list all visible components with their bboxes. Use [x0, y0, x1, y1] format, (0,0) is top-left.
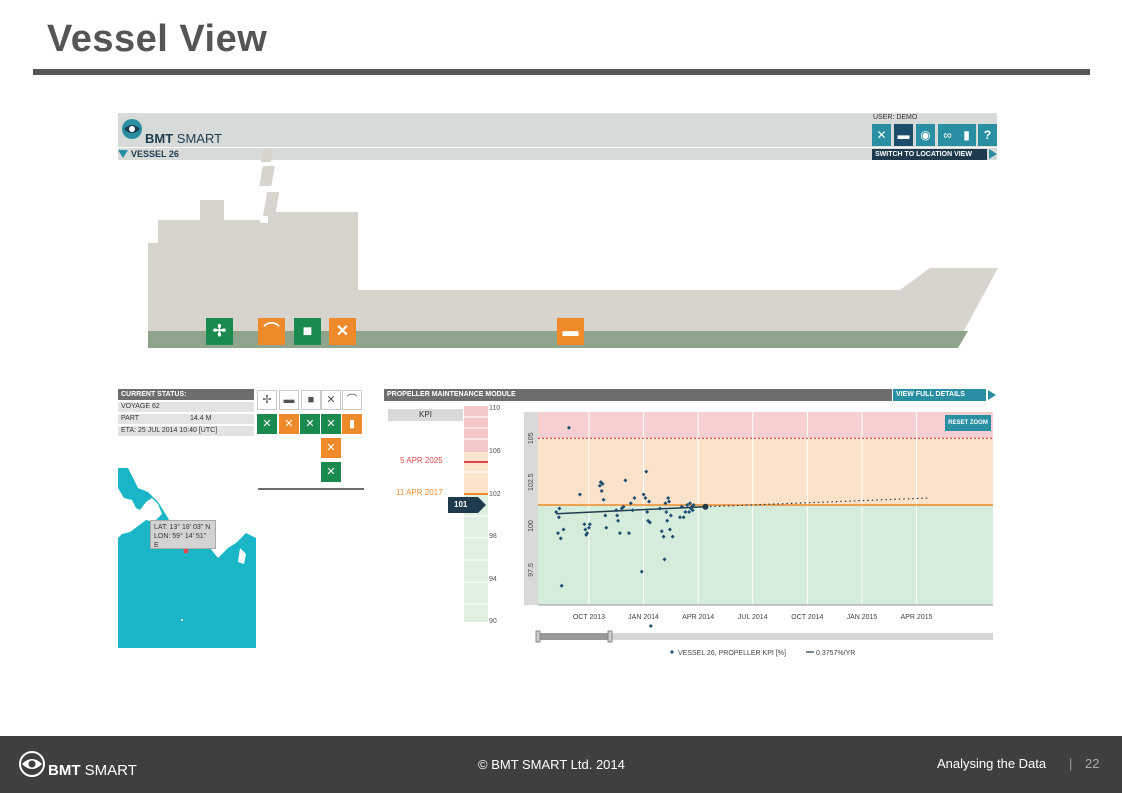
- task-icon[interactable]: ✕: [279, 414, 299, 434]
- task-icon[interactable]: ✕: [321, 462, 341, 482]
- curve-status-icon[interactable]: ⌒: [342, 390, 362, 410]
- view-full-details-button[interactable]: VIEW FULL DETAILS: [893, 389, 986, 401]
- engine-icon[interactable]: ■: [294, 318, 321, 345]
- slide-title: Vessel View: [47, 18, 268, 60]
- footer-logo-text: BMT SMART: [48, 762, 137, 779]
- oil-drum-icon[interactable]: ▮: [342, 414, 362, 434]
- module-header: PROPELLER MAINTENANCE MODULE: [384, 389, 892, 401]
- y-tick-label: 102.5: [528, 473, 535, 491]
- reset-zoom-button[interactable]: RESET ZOOM: [945, 415, 991, 431]
- kpi-marker-arrow-icon: [478, 497, 486, 513]
- footer-copyright: © BMT SMART Ltd. 2014: [478, 757, 625, 772]
- red-threshold-date: 5 APR 2025: [400, 456, 443, 465]
- status-header: CURRENT STATUS:: [118, 389, 254, 400]
- user-label: USER: DEMO: [873, 114, 918, 121]
- compass-icon[interactable]: ◉: [916, 124, 935, 146]
- ship-icon[interactable]: ▬: [894, 124, 913, 146]
- kpi-scatter-chart[interactable]: OCT 2013 JAN 2014 APR 2014 JUL 2014 OCT 2014…: [520, 406, 1000, 662]
- kpi-value-marker: 101: [448, 497, 478, 513]
- page-number: 22: [1085, 756, 1100, 771]
- modules-icon[interactable]: ∞: [938, 124, 957, 146]
- trend-endpoint: [702, 503, 709, 510]
- engine-status-icon[interactable]: ■: [301, 390, 321, 410]
- help-icon[interactable]: ?: [978, 124, 997, 146]
- maintenance-tools-icon[interactable]: ✕: [329, 318, 356, 345]
- task-icon[interactable]: ✕: [257, 414, 277, 434]
- x-tick-label: JAN 2014: [628, 614, 659, 621]
- hull-status-icon[interactable]: ▬: [279, 390, 299, 410]
- chart-icon[interactable]: ▮: [957, 124, 976, 146]
- gauge-tick: 102: [489, 491, 501, 498]
- app-logo-text: BMT SMART: [145, 131, 223, 146]
- tools-status-icon[interactable]: ✕: [321, 390, 341, 410]
- voyage-row: VOYAGE 62: [118, 402, 254, 412]
- propeller-icon[interactable]: ✢: [206, 318, 233, 345]
- bmt-logo-icon: [121, 118, 143, 140]
- gauge-tick: 98: [489, 533, 497, 540]
- y-tick-label: 97.5: [528, 563, 535, 577]
- position-tooltip: LAT: 13° 18' 03" N LON: 59° 14' 51" E: [150, 520, 216, 549]
- vessel-dropdown-icon[interactable]: [118, 150, 128, 158]
- navigator-selection: [538, 633, 610, 640]
- title-rule: [33, 69, 1090, 75]
- kpi-label: KPI: [388, 409, 463, 421]
- task-icon[interactable]: ✕: [300, 414, 320, 434]
- x-tick-label: JUL 2014: [738, 614, 768, 621]
- status-divider: [258, 488, 364, 490]
- x-tick-label: OCT 2013: [573, 614, 605, 621]
- orange-zone: [538, 438, 993, 505]
- footer-section-name: Analysing the Data: [937, 756, 1047, 771]
- kpi-gauge: [464, 406, 488, 622]
- tools-icon[interactable]: ✕: [872, 124, 891, 146]
- legend-label: 0.3757%/YR: [816, 650, 855, 657]
- eta-row: ETA: 25 JUL 2014 10:40 [UTC]: [118, 426, 254, 436]
- navigator-handle: [607, 630, 613, 643]
- green-zone: [538, 504, 993, 605]
- x-tick-label: APR 2014: [682, 614, 714, 621]
- orange-threshold-date: 11 APR 2017: [396, 488, 443, 497]
- legend-label: VESSEL 26, PROPELLER KPI [%]: [678, 650, 786, 657]
- hull-icon[interactable]: ▬: [557, 318, 584, 345]
- part-row: PART 14.4 M: [118, 414, 254, 424]
- task-icon[interactable]: ✕: [321, 438, 341, 458]
- y-tick-label: 100: [528, 520, 535, 532]
- y-tick-label: 105: [528, 432, 535, 444]
- task-icon[interactable]: ✕: [321, 414, 341, 434]
- app-header: [118, 113, 997, 147]
- footer-separator: |: [1069, 756, 1073, 771]
- performance-curve-icon[interactable]: ⌒: [258, 318, 285, 345]
- x-tick-label: APR 2015: [901, 614, 933, 621]
- details-arrow-icon[interactable]: [988, 390, 996, 400]
- navigator-handle: [535, 630, 541, 643]
- gauge-tick: 110: [489, 405, 501, 412]
- red-zone: [538, 412, 993, 439]
- gauge-tick: 90: [489, 618, 497, 625]
- footer-logo-icon: [18, 750, 46, 778]
- x-tick-label: OCT 2014: [791, 614, 823, 621]
- legend-marker: [670, 650, 674, 654]
- x-tick-label: JAN 2015: [847, 614, 878, 621]
- gauge-tick: 94: [489, 576, 497, 583]
- data-point: [648, 624, 653, 629]
- propeller-status-icon[interactable]: ✢: [257, 390, 277, 410]
- gauge-tick: 106: [489, 448, 501, 455]
